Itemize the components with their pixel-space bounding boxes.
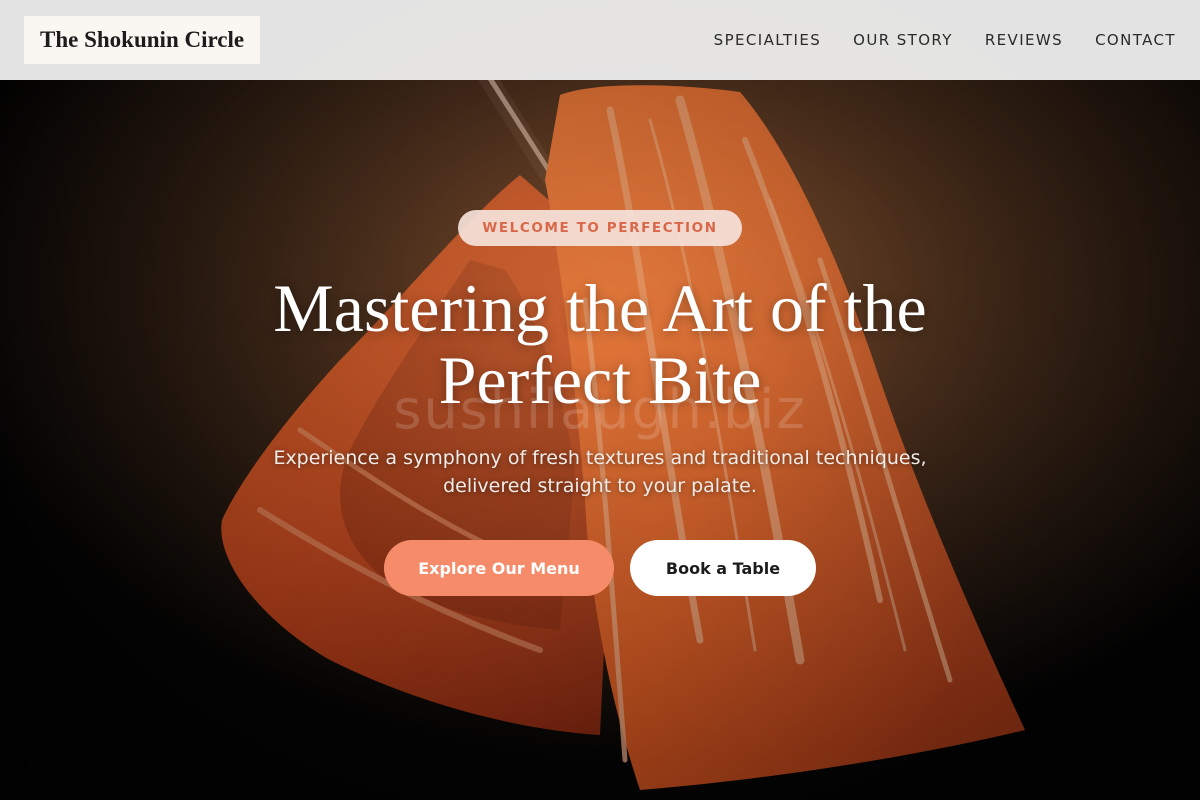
hero-subtitle-line-1: Experience a symphony of fresh textures …: [273, 447, 927, 469]
hero-actions: Explore Our Menu Book a Table: [384, 540, 816, 596]
nav-link-our-story[interactable]: OUR STORY: [853, 31, 953, 49]
hero-title-line-1: Mastering the Art of the: [273, 270, 927, 346]
site-logo[interactable]: The Shokunin Circle: [24, 16, 261, 64]
hero-title-line-2: Perfect Bite: [438, 342, 762, 418]
nav-link-specialties[interactable]: SPECIALTIES: [714, 31, 821, 49]
book-table-button[interactable]: Book a Table: [630, 540, 816, 596]
nav-link-contact[interactable]: CONTACT: [1095, 31, 1176, 49]
hero-title: Mastering the Art of the Perfect Bite: [220, 272, 980, 416]
site-header: The Shokunin Circle SPECIALTIES OUR STOR…: [0, 0, 1200, 80]
nav-link-reviews[interactable]: REVIEWS: [985, 31, 1063, 49]
hero-content: WELCOME TO PERFECTION Mastering the Art …: [0, 80, 1200, 800]
welcome-badge: WELCOME TO PERFECTION: [458, 210, 742, 246]
hero-subtitle-line-2: delivered straight to your palate.: [443, 475, 757, 497]
hero-subtitle: Experience a symphony of fresh textures …: [250, 444, 950, 500]
main-nav: SPECIALTIES OUR STORY REVIEWS CONTACT: [682, 31, 1176, 49]
explore-menu-button[interactable]: Explore Our Menu: [384, 540, 614, 596]
